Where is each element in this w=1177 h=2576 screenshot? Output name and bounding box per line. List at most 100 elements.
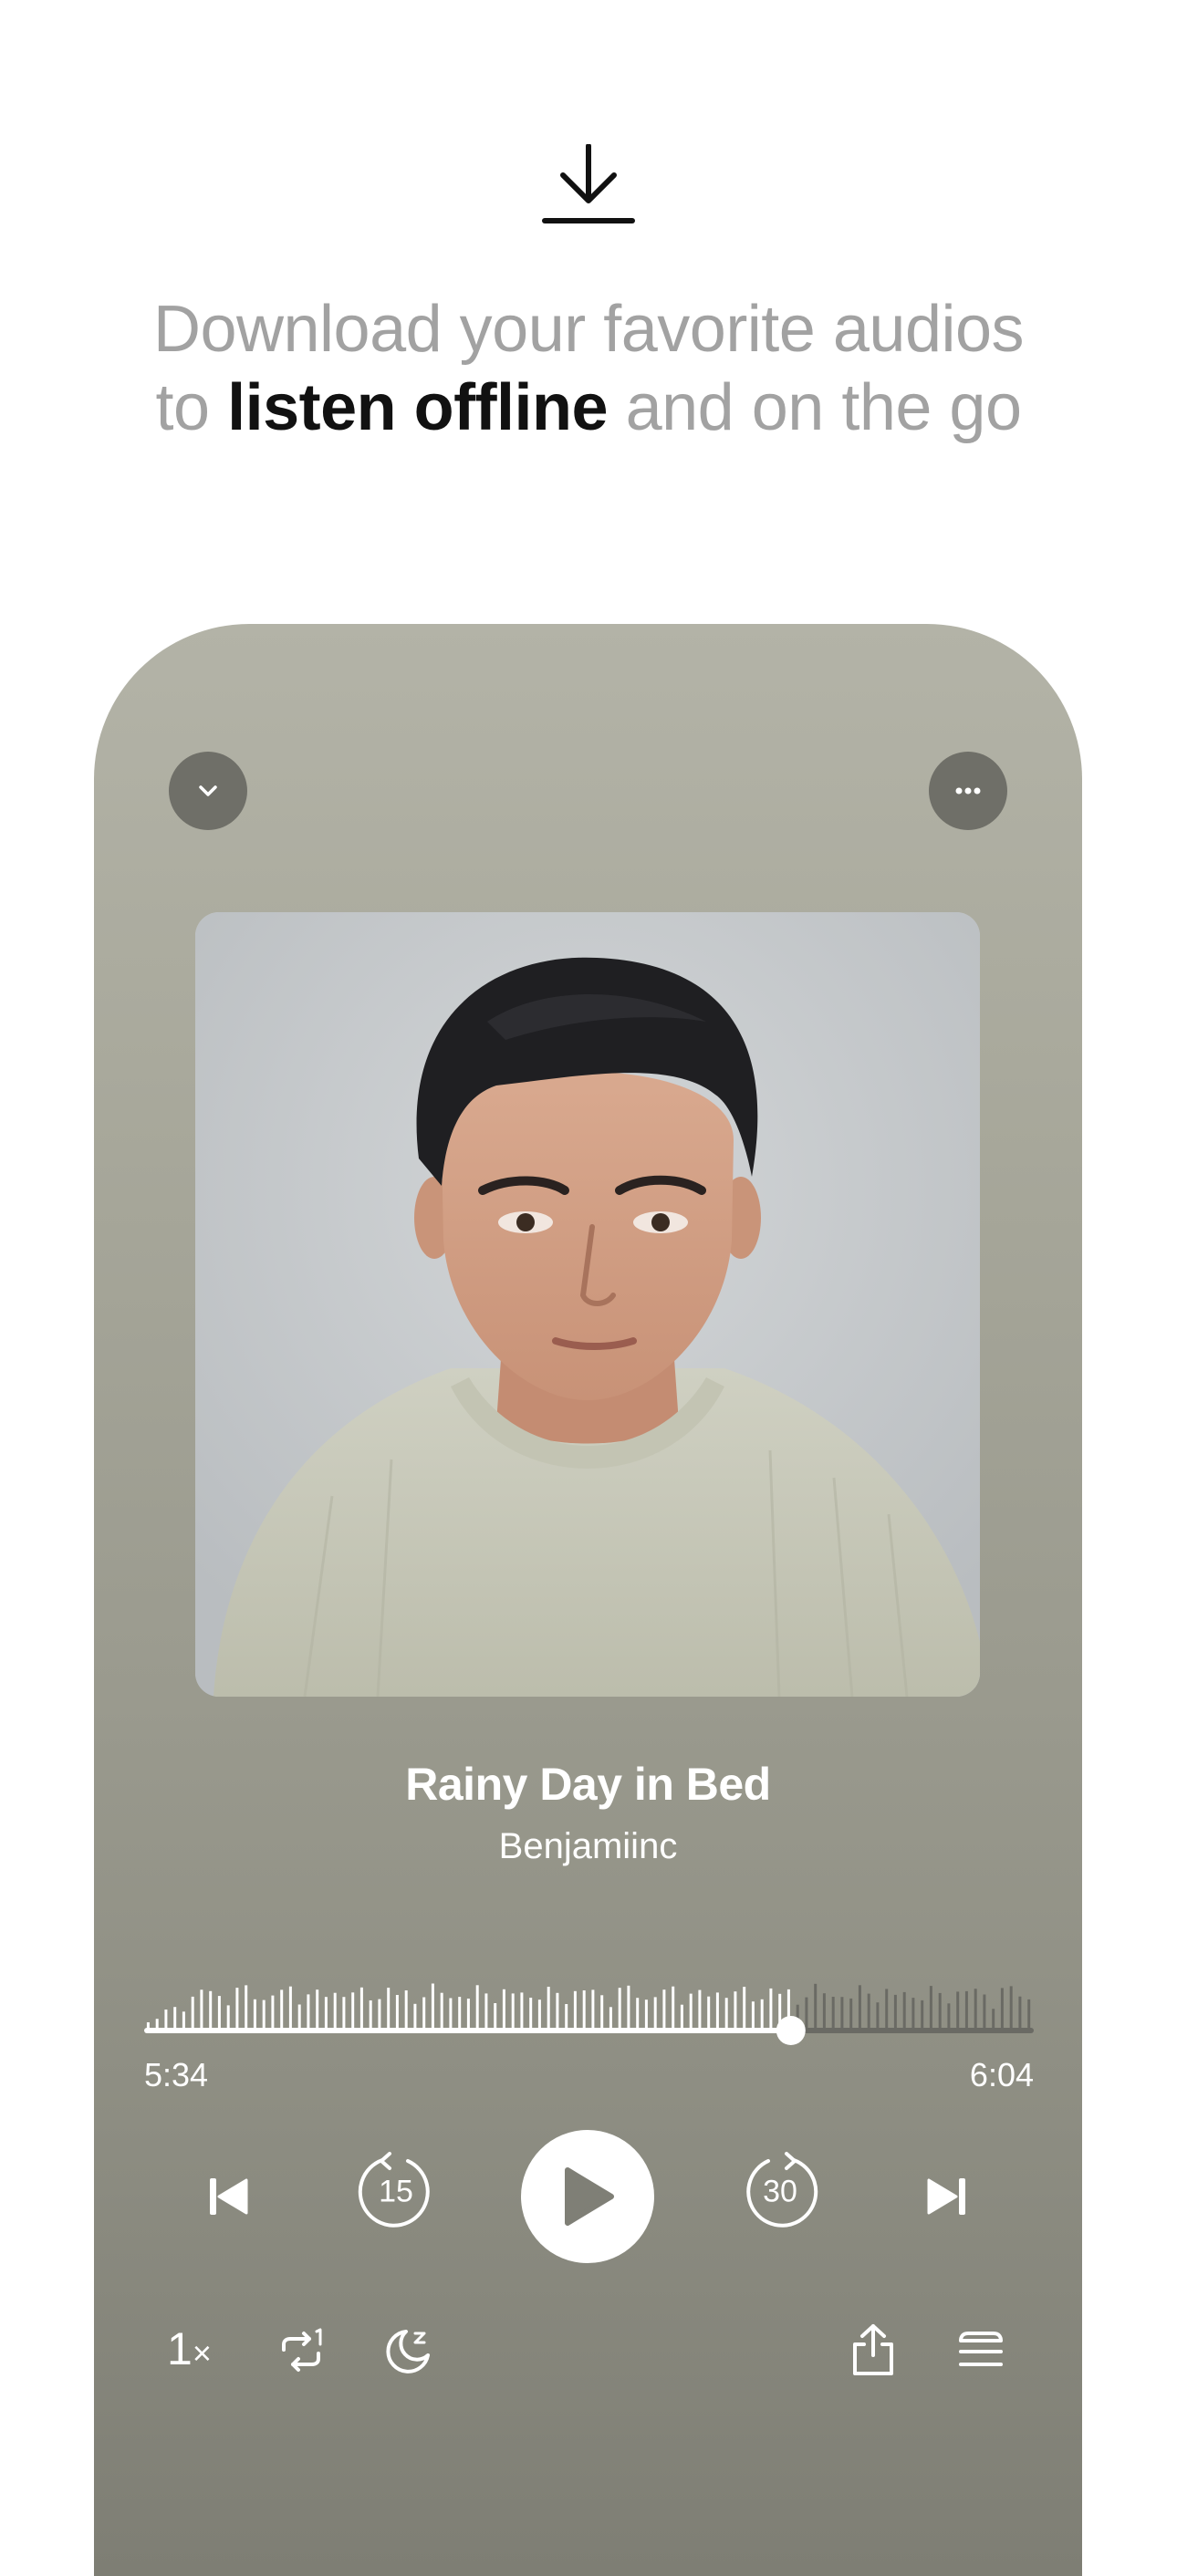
play-icon (565, 2167, 614, 2226)
waveform-bar (271, 1995, 275, 2031)
waveform-bar (547, 1987, 550, 2031)
share-button[interactable] (848, 2322, 899, 2377)
waveform-bar (849, 1998, 853, 2031)
waveform-bar (751, 2001, 755, 2031)
headline-line-1: Download your favorite audios (152, 293, 1025, 366)
waveform-bar (316, 1989, 319, 2031)
waveform-bar (297, 2004, 301, 2031)
waveform-bar (627, 1985, 630, 2031)
waveform-bar (253, 1999, 256, 2031)
waveform-bar (484, 1993, 488, 2031)
repeat-button[interactable] (276, 2326, 328, 2377)
waveform-bar (235, 1988, 239, 2031)
queue-button[interactable] (955, 2326, 1006, 2377)
waveform-bar (556, 1992, 559, 2031)
waveform-bar (333, 1992, 337, 2031)
waveform-bar (814, 1983, 818, 2031)
previous-button[interactable] (201, 2169, 255, 2224)
sleep-timer-icon (386, 2330, 430, 2373)
waveform-bar (351, 1992, 355, 2031)
waveform-bar (226, 2005, 230, 2031)
waveform-bar (209, 1990, 213, 2031)
headline-emphasis: listen offline (227, 371, 609, 444)
forward-seconds: 30 (763, 2174, 797, 2209)
rewind-15-button[interactable]: 15 (355, 2151, 437, 2233)
waveform-bar (867, 1993, 870, 2031)
waveform-bar (974, 1989, 977, 2031)
waveform-bar (307, 1994, 310, 2031)
waveform-bar (724, 1998, 728, 2031)
download-icon (541, 143, 636, 226)
sleep-timer-button[interactable] (382, 2326, 433, 2377)
waveform-bar (947, 2003, 951, 2031)
waveform-bar (743, 1987, 746, 2031)
waveform-bar (885, 1989, 889, 2031)
waveform-bar (280, 1989, 284, 2031)
waveform-bar (440, 1992, 443, 2031)
waveform-bar (840, 1997, 844, 2031)
rewind-seconds: 15 (379, 2174, 413, 2209)
waveform-bar (173, 2007, 177, 2031)
waveform-bar (734, 1991, 737, 2031)
waveform-bar (715, 1992, 719, 2031)
waveform-bar (707, 1996, 711, 2031)
waveform-bar (1009, 1986, 1013, 2031)
headline-suffix: and on the go (608, 371, 1022, 444)
waveform-bar (636, 1998, 640, 2031)
speed-suffix: × (192, 2334, 212, 2372)
waveform-bar (537, 2000, 541, 2031)
next-button[interactable] (920, 2169, 974, 2224)
waveform-bar (1027, 1999, 1031, 2031)
waveform-bar (983, 1994, 986, 2031)
waveform-bar (680, 2004, 683, 2031)
queue-icon (959, 2332, 1003, 2366)
waveform-bar (449, 1998, 453, 2031)
waveform-bar (876, 2002, 880, 2031)
play-button[interactable] (521, 2130, 654, 2263)
waveform-bar (911, 1998, 915, 2031)
progress-remaining (790, 2028, 1034, 2033)
waveform-bar (369, 2000, 372, 2031)
waveform-bar (520, 1992, 524, 2031)
waveform-bar (938, 1992, 942, 2031)
waveform-bar (929, 1986, 932, 2031)
waveform-bar (324, 1997, 328, 2031)
waveform-bar (475, 1985, 479, 2031)
waveform-bar (262, 2000, 266, 2031)
waveform-bar (573, 1990, 577, 2031)
waveform-bar (760, 1999, 764, 2031)
player-screen: Rainy Day in Bed Benjamiinc 5:34 6:04 15… (94, 624, 1082, 2576)
waveform-bar (992, 2009, 995, 2031)
elapsed-time: 5:34 (144, 2056, 209, 2093)
waveform-bar (342, 1997, 346, 2031)
waveform-bar (858, 1985, 861, 2031)
skip-previous-icon (210, 2178, 248, 2215)
waveform-scrubber[interactable] (144, 1967, 1034, 2058)
waveform-bar (609, 2007, 612, 2031)
waveform-bar (458, 1997, 462, 2031)
more-options-button[interactable] (929, 752, 1007, 830)
waveform-bar (831, 1997, 835, 2031)
waveform-bar (288, 1986, 292, 2031)
waveform-bar (217, 1996, 221, 2031)
waveform-bar (387, 1988, 391, 2031)
forward-30-button[interactable]: 30 (739, 2151, 821, 2233)
progress-played (144, 2028, 791, 2033)
waveform-bar (698, 1989, 702, 2031)
waveform-bar (466, 1999, 470, 2031)
waveform-bar (164, 2010, 168, 2031)
portrait-image (195, 912, 980, 1697)
waveform-bar (565, 2004, 568, 2031)
speed-value: 1 (167, 2323, 193, 2374)
waveform-bar (769, 1988, 773, 2031)
collapse-button[interactable] (169, 752, 247, 830)
waveform-bar (395, 1995, 399, 2031)
waveform-bar (494, 2003, 497, 2031)
waveform-bar (359, 1987, 363, 2031)
track-artist[interactable]: Benjamiinc (94, 1826, 1082, 1867)
scrubber-handle[interactable] (776, 2016, 806, 2045)
ellipsis-icon (955, 787, 981, 795)
waveform[interactable] (144, 1967, 1034, 2058)
playback-speed-button[interactable]: 1× (167, 2322, 212, 2375)
waveform-bar (413, 2003, 417, 2031)
